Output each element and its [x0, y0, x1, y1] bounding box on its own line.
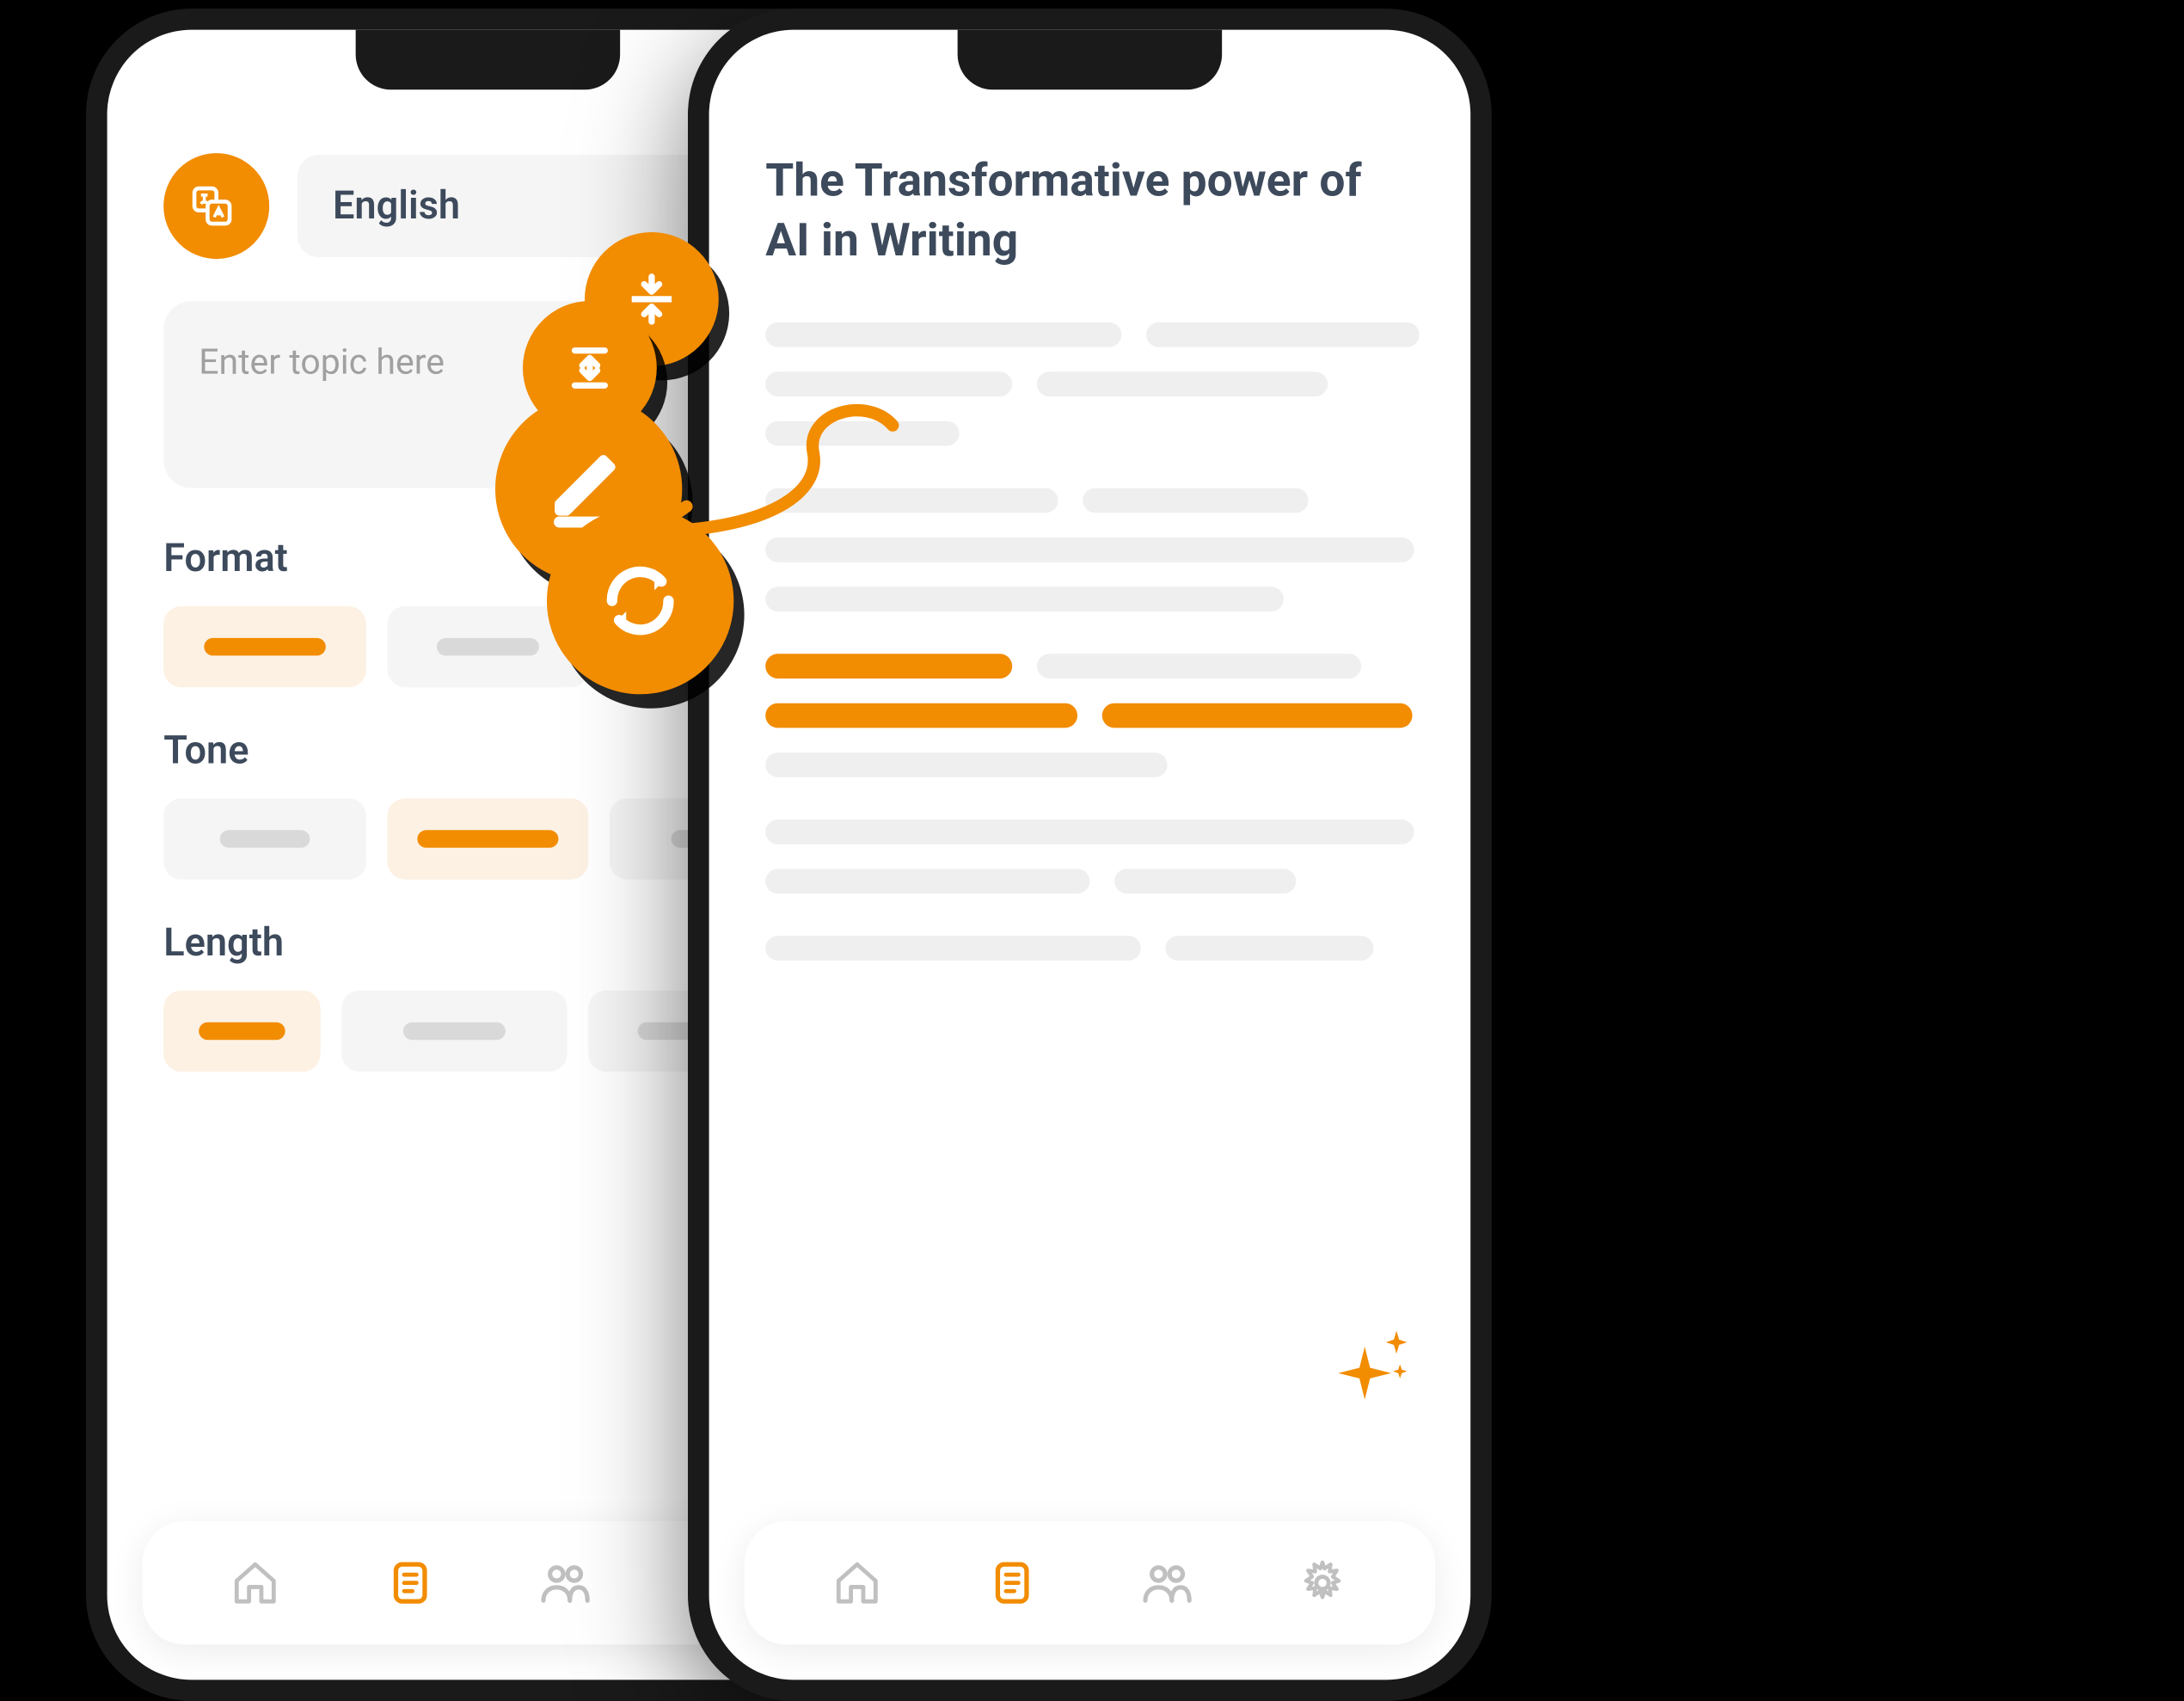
bottom-nav — [745, 1521, 1436, 1645]
nav-settings-icon[interactable] — [1287, 1548, 1358, 1618]
tone-option-1[interactable] — [163, 798, 365, 879]
phone-article-screen: The Transformative power of AI in Writin… — [688, 9, 1492, 1701]
length-option-1[interactable] — [163, 991, 321, 1072]
language-value: English — [333, 184, 460, 228]
phone-notch — [958, 30, 1222, 90]
nav-document-icon[interactable] — [977, 1548, 1047, 1618]
phone-screen: The Transformative power of AI in Writin… — [709, 30, 1471, 1680]
arrow-swoosh-icon — [602, 404, 919, 616]
article-title: The Transformative power of AI in Writin… — [765, 153, 1414, 273]
nav-document-icon[interactable] — [375, 1548, 445, 1618]
nav-people-icon[interactable] — [1132, 1548, 1203, 1618]
phone-notch — [356, 30, 620, 90]
nav-home-icon[interactable] — [220, 1548, 291, 1618]
nav-people-icon[interactable] — [531, 1548, 601, 1618]
nav-home-icon[interactable] — [822, 1548, 893, 1618]
sparkle-icon — [1329, 1329, 1418, 1424]
format-option-1[interactable] — [163, 606, 365, 687]
article-screen: The Transformative power of AI in Writin… — [709, 30, 1471, 1680]
length-option-2[interactable] — [342, 991, 567, 1072]
tone-option-2[interactable] — [387, 798, 589, 879]
translate-icon[interactable] — [163, 153, 269, 259]
expand-icon — [560, 338, 620, 398]
topic-placeholder: Enter topic here — [199, 340, 445, 382]
